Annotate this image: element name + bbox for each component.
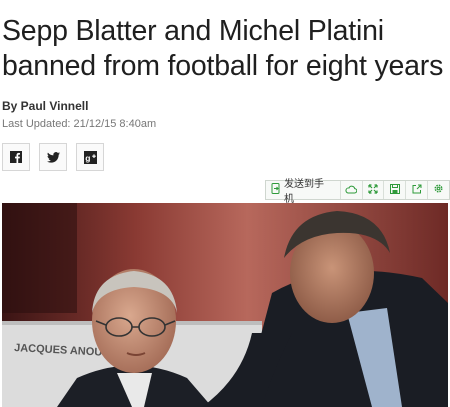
article-photo: JACQUES ANOU	[2, 203, 448, 407]
twitter-icon	[46, 151, 60, 163]
facebook-icon	[10, 151, 22, 163]
article-headline: Sepp Blatter and Michel Platini banned f…	[2, 15, 444, 82]
expand-button[interactable]	[363, 181, 385, 199]
settings-button[interactable]	[428, 181, 449, 199]
expand-icon	[368, 181, 378, 199]
author-byline: By Paul Vinnell	[2, 99, 89, 113]
send-to-phone-icon	[271, 183, 281, 197]
settings-icon	[433, 181, 444, 199]
send-to-phone-button[interactable]: 发送到手机	[266, 179, 341, 205]
svg-text:g: g	[85, 153, 90, 163]
google-plus-icon: g	[83, 150, 97, 164]
twitter-share-button[interactable]	[39, 143, 67, 171]
share-buttons: g	[2, 143, 104, 171]
save-icon	[389, 181, 400, 199]
share-button[interactable]	[406, 181, 429, 199]
cloud-icon	[345, 181, 358, 199]
last-updated-timestamp: Last Updated: 21/12/15 8:40am	[2, 118, 157, 130]
save-button[interactable]	[384, 181, 407, 199]
facebook-share-button[interactable]	[2, 143, 30, 171]
share-icon	[412, 181, 422, 199]
cloud-button[interactable]	[341, 181, 363, 199]
browser-plugin-toolbar: 发送到手机	[265, 179, 450, 205]
google-plus-share-button[interactable]: g	[76, 143, 104, 171]
send-to-phone-label: 发送到手机	[284, 179, 324, 205]
